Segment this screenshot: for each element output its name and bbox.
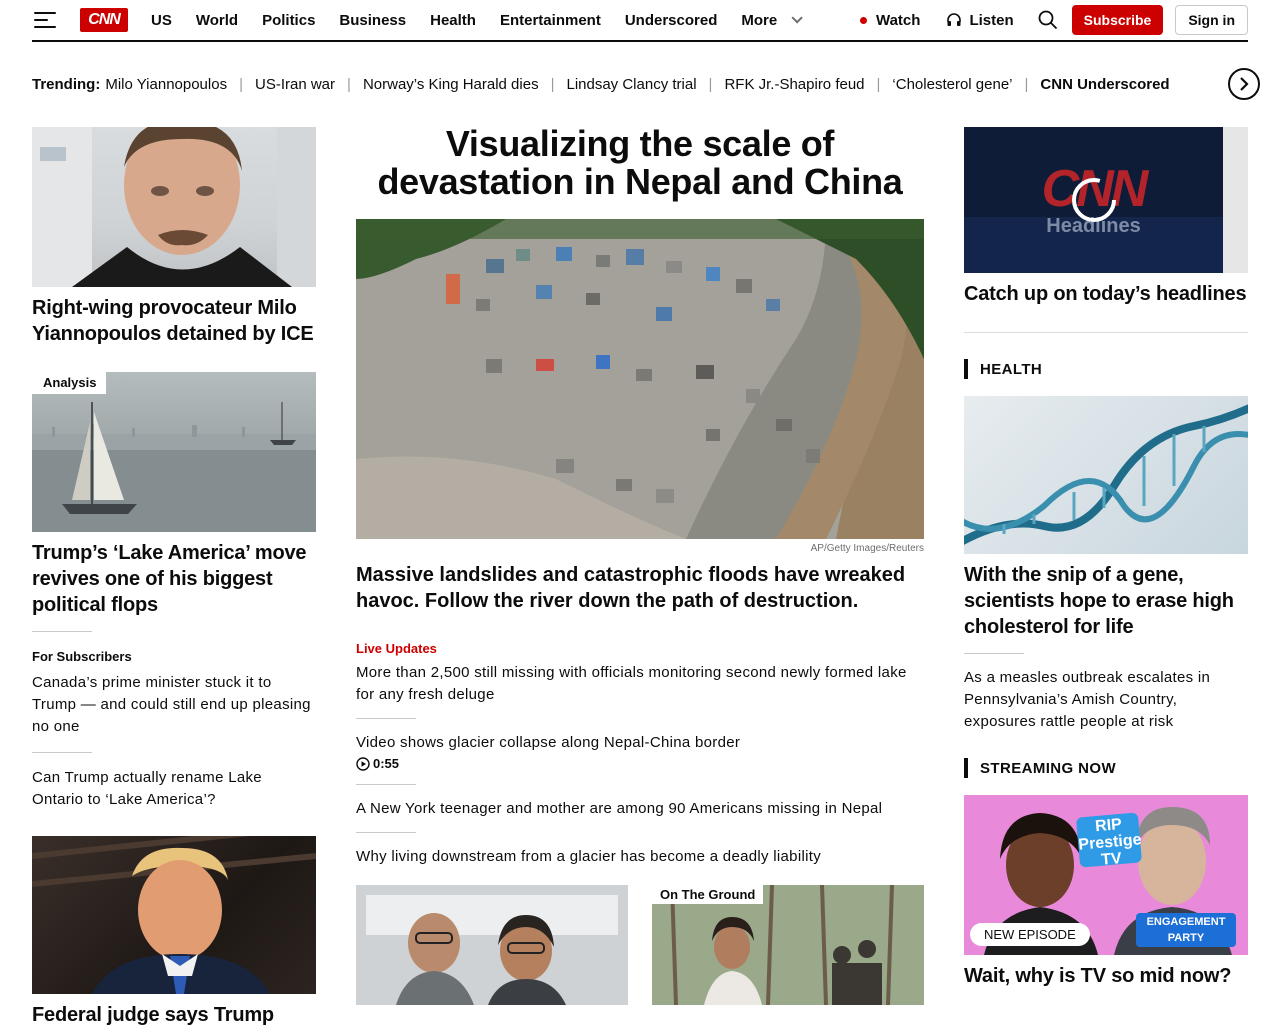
story-link[interactable]: Can Trump actually rename Lake Ontario t…	[32, 767, 316, 811]
menu-icon[interactable]	[34, 12, 56, 28]
hero-dek[interactable]: Massive landslides and catastrophic floo…	[356, 562, 924, 614]
video-duration: 0:55	[356, 756, 924, 771]
site-header: CNN US World Politics Business Health En…	[32, 0, 1248, 42]
divider	[32, 631, 92, 632]
play-icon	[356, 756, 370, 771]
nav-health[interactable]: Health	[430, 12, 476, 29]
headlines-video[interactable]: CNN Headlines	[964, 127, 1248, 273]
story-headline[interactable]: Trump’s ‘Lake America’ move revives one …	[32, 540, 316, 618]
chevron-right-icon	[1240, 77, 1249, 91]
divider	[356, 784, 416, 785]
trending-item[interactable]: RFK Jr.-Shapiro feud	[724, 76, 864, 93]
subscribe-button[interactable]: Subscribe	[1071, 5, 1164, 35]
watch-label: Watch	[875, 11, 921, 29]
ground-thumbnail[interactable]: On The Ground	[652, 885, 924, 1005]
trending-item[interactable]: Norway’s King Harald dies	[363, 76, 539, 93]
nav-business[interactable]: Business	[339, 12, 406, 29]
divider	[32, 752, 92, 753]
stream-show-logo-2: ENGAGEMENT PARTY	[1136, 914, 1236, 946]
story-headline[interactable]: With the snip of a gene, scientists hope…	[964, 562, 1248, 640]
hero-title[interactable]: Visualizing the scale of devastation in …	[356, 125, 924, 201]
stream-show1: RIP Prestige TV	[1077, 815, 1143, 869]
story-headline[interactable]: Wait, why is TV so mid now?	[964, 963, 1248, 989]
analysis-badge: Analysis	[32, 372, 107, 394]
nav-us[interactable]: US	[151, 12, 172, 29]
trending-item[interactable]: Lindsay Clancy trial	[566, 76, 696, 93]
story-link[interactable]: Video shows glacier collapse along Nepal…	[356, 732, 924, 754]
nav-world[interactable]: World	[196, 12, 238, 29]
divider	[964, 332, 1248, 333]
stream-show-logo: RIP Prestige TV	[1070, 814, 1150, 871]
streaming-label: STREAMING NOW	[980, 759, 1117, 777]
chevron-down-icon	[791, 12, 803, 24]
new-episode-badge: NEW EPISODE	[970, 923, 1090, 946]
story-headline[interactable]: Catch up on today’s headlines	[964, 281, 1248, 307]
cnn-logo[interactable]: CNN	[80, 8, 128, 32]
trending-fade	[1190, 68, 1228, 100]
loading-spinner-icon	[1072, 178, 1116, 222]
sign-in-button[interactable]: Sign in	[1175, 5, 1248, 35]
listen-button[interactable]: Listen	[946, 11, 1014, 29]
stream-show2: ENGAGEMENT PARTY	[1146, 916, 1226, 944]
divider	[356, 832, 416, 833]
trending-item[interactable]: US-Iran war	[255, 76, 335, 93]
hero-photo[interactable]	[356, 219, 924, 539]
subscribers-label: For Subscribers	[32, 649, 132, 664]
health-section-label: HEALTH	[964, 359, 1248, 379]
streaming-photo[interactable]: RIP Prestige TV ENGAGEMENT PARTY NEW EPI…	[964, 795, 1248, 955]
lake-photo[interactable]: Analysis	[32, 372, 316, 532]
nav-underscored[interactable]: Underscored	[625, 12, 718, 29]
story-headline[interactable]: Right-wing provocateur Milo Yiannopoulos…	[32, 295, 316, 347]
story-headline[interactable]: Federal judge says Trump	[32, 1002, 316, 1028]
car-thumbnail[interactable]	[356, 885, 628, 1005]
trump-photo[interactable]	[32, 836, 316, 994]
story-link[interactable]: As a measles outbreak escalates in Penns…	[964, 667, 1248, 733]
divider	[964, 653, 1024, 654]
duration-text: 0:55	[373, 756, 400, 771]
health-label: HEALTH	[980, 360, 1043, 378]
listen-label: Listen	[969, 11, 1014, 29]
nav-politics[interactable]: Politics	[262, 12, 315, 29]
dna-photo[interactable]	[964, 396, 1248, 554]
thumb-row: On The Ground	[356, 885, 924, 1005]
header-actions: Watch Listen Subscribe Sign in	[859, 0, 1248, 40]
story-link[interactable]: A New York teenager and mother are among…	[356, 798, 924, 820]
left-column: Right-wing provocateur Milo Yiannopoulos…	[32, 127, 316, 1028]
trending-bar: Trending: Milo Yiannopoulos | US-Iran war…	[32, 75, 1170, 93]
photo-credit: AP/Getty Images/Reuters	[810, 543, 924, 554]
right-column: CNN Headlines Catch up on today’s headli…	[964, 127, 1248, 989]
divider	[356, 718, 416, 719]
on-the-ground-badge: On The Ground	[652, 885, 764, 904]
nav-more[interactable]: More	[741, 11, 803, 29]
watch-button[interactable]: Watch	[859, 11, 921, 29]
trending-item[interactable]: CNN Underscored	[1040, 76, 1169, 93]
trending-item[interactable]: ‘Cholesterol gene’	[892, 76, 1012, 93]
streaming-section-label: STREAMING NOW	[964, 758, 1248, 778]
search-icon[interactable]	[1038, 10, 1058, 30]
milo-photo[interactable]	[32, 127, 316, 287]
trending-label: Trending:	[32, 75, 101, 93]
logo-text: CNN	[88, 11, 121, 28]
story-link[interactable]: Canada’s prime minister stuck it to Trum…	[32, 672, 316, 738]
story-link[interactable]: More than 2,500 still missing with offic…	[356, 662, 924, 706]
trending-item[interactable]: Milo Yiannopoulos	[105, 76, 227, 93]
live-updates-label[interactable]: Live Updates	[356, 641, 924, 656]
story-link[interactable]: Why living downstream from a glacier has…	[356, 846, 924, 868]
nav-more-label: More	[741, 11, 778, 29]
headphones-icon	[947, 13, 962, 26]
center-column: Visualizing the scale of devastation in …	[356, 125, 924, 1005]
trending-next-button[interactable]	[1228, 68, 1260, 100]
live-dot-icon	[859, 16, 867, 24]
main-nav: US World Politics Business Health Entert…	[151, 12, 823, 29]
nav-entertainment[interactable]: Entertainment	[500, 12, 601, 29]
